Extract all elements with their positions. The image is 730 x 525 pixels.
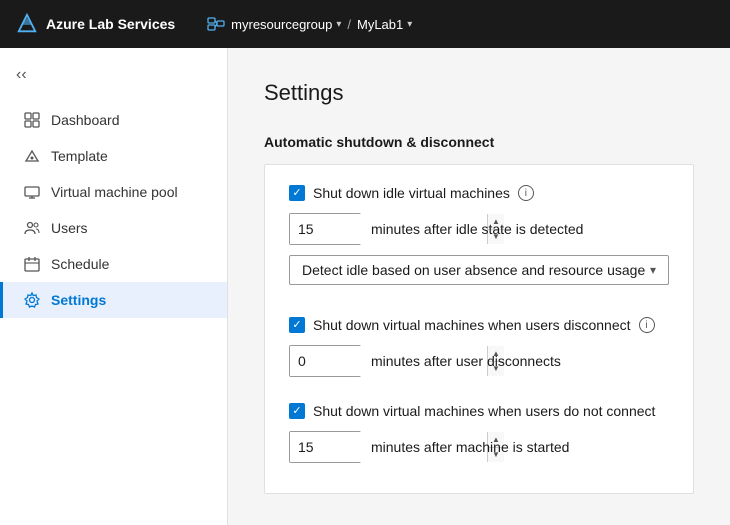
sidebar-item-settings[interactable]: Settings xyxy=(0,282,227,318)
no-connect-shutdown-label: Shut down virtual machines when users do… xyxy=(313,403,655,419)
no-connect-minutes-input-group[interactable]: ▲ ▼ xyxy=(289,431,361,463)
sidebar-item-users[interactable]: Users xyxy=(0,210,227,246)
disconnect-minutes-input-group[interactable]: ▲ ▼ xyxy=(289,345,361,377)
idle-detect-dropdown-row: Detect idle based on user absence and re… xyxy=(289,255,669,285)
sidebar: ‹‹ Dashboard Template Virtual machine po… xyxy=(0,48,228,525)
sidebar-item-dashboard[interactable]: Dashboard xyxy=(0,102,227,138)
lab-chevron-icon: ▾ xyxy=(407,19,412,30)
page-title: Settings xyxy=(264,80,694,106)
sidebar-label-settings: Settings xyxy=(51,292,106,308)
idle-shutdown-label: Shut down idle virtual machines xyxy=(313,185,510,201)
disconnect-shutdown-checkbox[interactable] xyxy=(289,317,305,333)
no-connect-shutdown-checkbox[interactable] xyxy=(289,403,305,419)
idle-shutdown-row: Shut down idle virtual machines i xyxy=(289,185,669,201)
settings-icon xyxy=(23,291,41,309)
idle-minutes-row: ▲ ▼ minutes after idle state is detected xyxy=(289,213,669,245)
app-name: Azure Lab Services xyxy=(46,16,175,32)
schedule-icon xyxy=(23,255,41,273)
sidebar-item-vm-pool[interactable]: Virtual machine pool xyxy=(0,174,227,210)
sidebar-label-schedule: Schedule xyxy=(51,256,109,272)
main-layout: ‹‹ Dashboard Template Virtual machine po… xyxy=(0,48,730,525)
sidebar-collapse-button[interactable]: ‹‹ xyxy=(0,56,227,94)
breadcrumb: myresourcegroup ▾ / MyLab1 ▾ xyxy=(207,17,412,32)
settings-card: Shut down idle virtual machines i ▲ ▼ mi… xyxy=(264,164,694,494)
vm-pool-icon xyxy=(23,183,41,201)
main-content: Settings Automatic shutdown & disconnect… xyxy=(228,48,730,525)
idle-detect-dropdown-chevron-icon: ▾ xyxy=(650,263,656,277)
idle-shutdown-info-icon[interactable]: i xyxy=(518,185,534,201)
sidebar-label-vm-pool: Virtual machine pool xyxy=(51,184,178,200)
disconnect-shutdown-info-icon[interactable]: i xyxy=(639,317,655,333)
disconnect-minutes-row: ▲ ▼ minutes after user disconnects xyxy=(289,345,669,377)
azure-logo-icon xyxy=(16,13,38,35)
sidebar-item-schedule[interactable]: Schedule xyxy=(0,246,227,282)
template-icon xyxy=(23,147,41,165)
sidebar-label-template: Template xyxy=(51,148,108,164)
users-icon xyxy=(23,219,41,237)
disconnect-shutdown-label: Shut down virtual machines when users di… xyxy=(313,317,631,333)
idle-minutes-label: minutes after idle state is detected xyxy=(371,221,583,237)
idle-minutes-input-group[interactable]: ▲ ▼ xyxy=(289,213,361,245)
no-connect-minutes-row: ▲ ▼ minutes after machine is started xyxy=(289,431,669,463)
breadcrumb-resource-group[interactable]: myresourcegroup ▾ xyxy=(231,17,341,32)
sidebar-label-dashboard: Dashboard xyxy=(51,112,120,128)
idle-detect-dropdown-value: Detect idle based on user absence and re… xyxy=(302,262,645,278)
resource-group-chevron-icon: ▾ xyxy=(336,19,341,30)
dashboard-icon xyxy=(23,111,41,129)
sidebar-label-users: Users xyxy=(51,220,88,236)
idle-detect-dropdown[interactable]: Detect idle based on user absence and re… xyxy=(289,255,669,285)
disconnect-minutes-label: minutes after user disconnects xyxy=(371,353,561,369)
sidebar-nav: Dashboard Template Virtual machine pool … xyxy=(0,102,227,318)
breadcrumb-separator: / xyxy=(347,17,351,32)
breadcrumb-lab[interactable]: MyLab1 ▾ xyxy=(357,17,412,32)
topnav: Azure Lab Services myresourcegroup ▾ / M… xyxy=(0,0,730,48)
disconnect-shutdown-row: Shut down virtual machines when users di… xyxy=(289,317,669,333)
resource-group-icon xyxy=(207,17,225,31)
app-logo: Azure Lab Services xyxy=(16,13,175,35)
no-connect-shutdown-row: Shut down virtual machines when users do… xyxy=(289,403,669,419)
idle-shutdown-checkbox[interactable] xyxy=(289,185,305,201)
divider-1 xyxy=(289,301,669,317)
section-title-auto-shutdown: Automatic shutdown & disconnect xyxy=(264,134,694,150)
divider-2 xyxy=(289,387,669,403)
no-connect-minutes-label: minutes after machine is started xyxy=(371,439,569,455)
sidebar-item-template[interactable]: Template xyxy=(0,138,227,174)
